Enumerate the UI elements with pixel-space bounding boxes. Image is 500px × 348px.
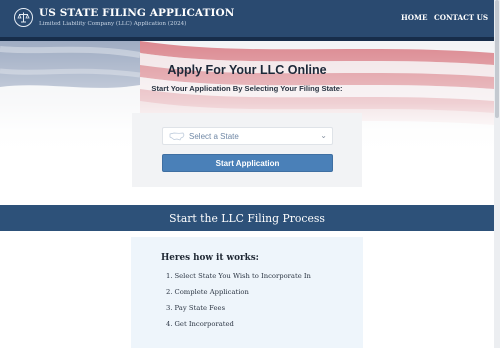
list-item: 3. Pay State Fees xyxy=(166,304,226,312)
how-it-works-title: Heres how it works: xyxy=(161,253,259,263)
top-header: US STATE FILING APPLICATION Limited Liab… xyxy=(0,0,494,37)
state-select[interactable]: Select a State ⌄ xyxy=(162,127,333,145)
list-item: 4. Get Incorporated xyxy=(166,320,234,328)
list-item: 2. Complete Application xyxy=(166,288,249,296)
nav-contact-link[interactable]: CONTACT US xyxy=(434,13,488,22)
nav-home-link[interactable]: HOME xyxy=(401,13,428,22)
hero-title: Apply For Your LLC Online xyxy=(167,63,327,77)
process-heading-band: Start the LLC Filing Process xyxy=(0,205,494,231)
us-map-icon xyxy=(169,132,185,141)
hero-subtitle: Start Your Application By Selecting Your… xyxy=(151,84,343,93)
site-title[interactable]: US STATE FILING APPLICATION xyxy=(39,7,234,19)
state-form-card: Select a State ⌄ Start Application xyxy=(132,113,362,187)
list-item: 1. Select State You Wish to Incorporate I… xyxy=(166,272,311,280)
start-application-button[interactable]: Start Application xyxy=(162,154,333,172)
section-title: Start the LLC Filing Process xyxy=(169,211,325,225)
scrollbar-thumb[interactable] xyxy=(495,0,499,118)
state-select-placeholder: Select a State xyxy=(189,132,239,141)
chevron-down-icon[interactable]: ⌄ xyxy=(320,131,327,140)
scales-of-justice-icon[interactable] xyxy=(14,8,33,27)
how-it-works-card: Heres how it works: 1. Select State You W… xyxy=(131,237,363,348)
site-subtitle: Limited Liability Company (LLC) Applicat… xyxy=(39,21,187,27)
